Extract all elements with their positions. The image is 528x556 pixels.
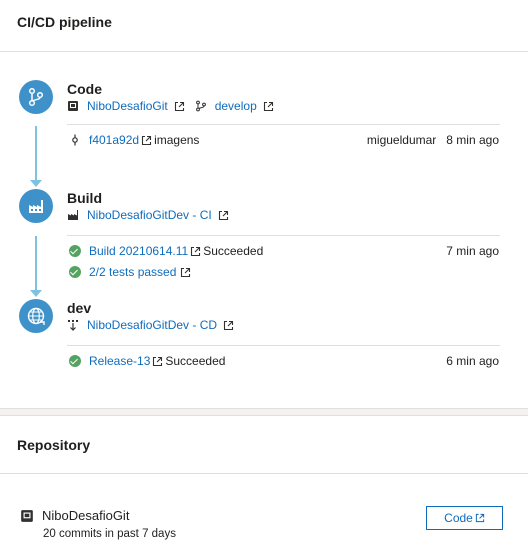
branch-icon <box>195 100 206 112</box>
branch-link[interactable]: develop <box>215 99 257 113</box>
check-circle-icon <box>69 245 81 257</box>
build-run-status: Succeeded <box>203 244 264 258</box>
external-link-icon[interactable] <box>218 210 229 221</box>
stage-sub-code: NiboDesafioGit develop <box>67 99 274 113</box>
repo-icon <box>68 101 78 111</box>
external-link-icon[interactable] <box>152 356 163 367</box>
stage-connector <box>35 126 37 181</box>
build-factory-icon <box>19 189 53 223</box>
release-run-link[interactable]: Release-13 <box>89 354 150 368</box>
commit-row: f401a92d imagens migueldumar 8 min ago <box>69 132 499 148</box>
check-circle-icon <box>69 355 81 367</box>
repository-name-row: NiboDesafioGit <box>20 508 129 523</box>
repository-commits-summary: 20 commits in past 7 days <box>43 528 176 540</box>
external-link-icon[interactable] <box>190 246 201 257</box>
external-link-icon <box>475 513 484 523</box>
repository-card-header: Repository <box>0 416 528 474</box>
commit-message: imagens <box>154 133 200 147</box>
card-title: CI/CD pipeline <box>17 14 112 30</box>
external-link-icon[interactable] <box>141 135 152 146</box>
git-branch-icon <box>19 80 53 114</box>
code-button-label: Code <box>444 511 473 525</box>
commit-author: migueldumar <box>366 133 437 147</box>
repo-icon <box>21 509 33 522</box>
stage-name-release: dev <box>67 300 92 316</box>
release-run-time: 6 min ago <box>446 354 499 368</box>
stage-divider <box>67 124 500 125</box>
release-run-status: Succeeded <box>165 354 226 368</box>
build-definition-link[interactable]: NiboDesafioGitDev - CI <box>87 208 212 222</box>
pipeline-card-header: CI/CD pipeline <box>0 0 528 52</box>
stage-name-build: Build <box>67 190 102 206</box>
stage-divider <box>67 235 500 236</box>
commit-time: 8 min ago <box>446 133 499 147</box>
commit-hash-link[interactable]: f401a92d <box>89 133 139 147</box>
commit-icon <box>72 134 78 146</box>
external-link-icon[interactable] <box>263 101 274 112</box>
connector-arrow-icon <box>30 180 42 187</box>
build-definition-icon <box>68 210 78 220</box>
build-run-time: 7 min ago <box>446 244 499 258</box>
connector-arrow-icon <box>30 290 42 297</box>
repository-name: NiboDesafioGit <box>42 508 130 523</box>
external-link-icon[interactable] <box>223 320 234 331</box>
stage-sub-release: NiboDesafioGitDev - CD <box>67 318 234 332</box>
tests-row: 2/2 tests passed <box>69 264 499 280</box>
release-definition-link[interactable]: NiboDesafioGitDev - CD <box>87 318 217 332</box>
check-circle-icon <box>69 266 81 278</box>
external-link-icon[interactable] <box>180 267 191 278</box>
globe-deploy-icon <box>19 299 53 333</box>
code-button[interactable]: Code <box>426 506 503 530</box>
build-run-row: Build 20210614.11 Succeeded 7 min ago <box>69 243 499 259</box>
pipeline-section: Code NiboDesafioGit develop f401a92d ima… <box>0 52 528 410</box>
section-separator <box>0 408 528 416</box>
stage-sub-build: NiboDesafioGitDev - CI <box>67 208 229 222</box>
stage-divider <box>67 345 500 346</box>
repo-link[interactable]: NiboDesafioGit <box>87 99 168 113</box>
release-run-row: Release-13 Succeeded 6 min ago <box>69 353 499 369</box>
stage-connector <box>35 236 37 291</box>
repository-title: Repository <box>17 437 91 453</box>
stage-name-code: Code <box>67 81 102 97</box>
release-definition-icon <box>68 320 78 331</box>
build-run-link[interactable]: Build 20210614.11 <box>89 244 188 258</box>
tests-link[interactable]: 2/2 tests passed <box>89 265 176 279</box>
external-link-icon[interactable] <box>174 101 185 112</box>
